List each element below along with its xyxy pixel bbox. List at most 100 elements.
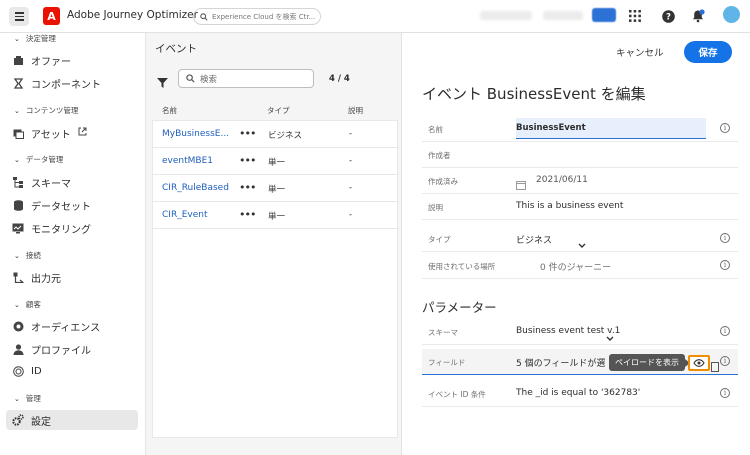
search-placeholder: Experience Cloud を検索 Ctr... — [212, 12, 316, 21]
field-label: 作成者 — [428, 151, 451, 160]
sidebar-item-sources[interactable]: 出力元 — [12, 267, 61, 287]
more-actions-icon[interactable]: ••• — [239, 154, 256, 167]
event-table: MyBusinessE... ••• ビジネス - eventMBE1 ••• … — [152, 120, 399, 438]
more-actions-icon[interactable]: ••• — [239, 181, 256, 194]
more-actions-icon[interactable]: ••• — [239, 127, 256, 140]
chevron-down-icon: ⌄ — [14, 394, 20, 403]
type-dropdown[interactable]: ビジネス — [516, 233, 552, 246]
event-type: 単一 — [268, 185, 286, 195]
result-count: 4 / 4 — [329, 74, 350, 84]
event-type: 単一 — [268, 158, 286, 168]
table-row[interactable]: CIR_RuleBased ••• 単一 - — [153, 175, 399, 202]
parameters-heading: パラメーター — [422, 300, 497, 315]
sidebar-item-audiences[interactable]: オーディエンス — [12, 316, 100, 336]
sidebar-item-schemas[interactable]: スキーマ — [12, 172, 71, 192]
gear-icon — [12, 414, 24, 426]
chevron-down-icon: ⌄ — [14, 106, 20, 115]
field-label: イベント ID 条件 — [428, 390, 486, 399]
section-content[interactable]: ⌄ コンテンツ管理 — [14, 105, 78, 116]
edit-icon[interactable] — [711, 357, 719, 376]
chevron-down-icon[interactable] — [606, 327, 614, 346]
svg-text:?: ? — [666, 12, 671, 22]
sandbox-switcher[interactable] — [543, 11, 583, 20]
search-icon — [200, 12, 208, 21]
edit-event-panel: キャンセル 保存 イベント BusinessEvent を編集 名前 Busin… — [402, 33, 750, 455]
schema-dropdown[interactable]: Business event test v.1 — [516, 326, 620, 336]
field-row-author: 作成者 — [422, 142, 738, 168]
info-icon[interactable]: i — [720, 233, 730, 243]
help-icon[interactable]: ? — [661, 9, 675, 23]
apps-grid-icon[interactable] — [628, 9, 642, 23]
event-id-condition[interactable]: The _id is equal to '362783' — [516, 388, 640, 398]
field-label: 使用されている場所 — [428, 262, 496, 271]
fields-value[interactable]: 5 個のフィールドが選 — [516, 356, 612, 369]
cancel-button[interactable]: キャンセル — [616, 45, 664, 59]
fingerprint-icon — [12, 365, 24, 377]
sidebar-item-components[interactable]: コンポーネント — [12, 73, 101, 93]
field-row-created: 作成済み 2021/06/11 — [422, 168, 738, 194]
global-search-input[interactable]: Experience Cloud を検索 Ctr... — [193, 8, 321, 25]
journey-count[interactable]: 0 件のジャーニー — [540, 260, 611, 273]
event-name-link[interactable]: CIR_Event — [162, 210, 232, 220]
left-nav: ⌄ 決定管理 オファー コンポーネント ⌄ コンテンツ管理 アセット ⌄ データ管理 … — [0, 33, 146, 455]
sidebar-item-settings[interactable]: 設定 — [6, 410, 138, 430]
info-icon[interactable]: i — [720, 356, 730, 366]
field-row-event-id: イベント ID 条件 The _id is equal to '362783' … — [422, 381, 738, 407]
notification-bell-icon[interactable] — [691, 9, 705, 23]
search-icon — [186, 74, 195, 83]
sidebar-item-profiles[interactable]: プロファイル — [12, 339, 91, 359]
eye-icon — [693, 359, 705, 367]
table-row[interactable]: MyBusinessE... ••• ビジネス - — [153, 121, 399, 148]
sidebar-item-offers[interactable]: オファー — [12, 50, 71, 70]
event-description: - — [349, 183, 353, 193]
view-payload-button[interactable] — [688, 355, 710, 371]
info-icon[interactable]: i — [720, 326, 730, 336]
sidebar-item-identities[interactable]: ID — [12, 361, 42, 381]
event-description: - — [349, 129, 353, 139]
app-title: Adobe Journey Optimizer — [67, 9, 198, 21]
event-type: 単一 — [268, 212, 286, 222]
event-name-link[interactable]: CIR_RuleBased — [162, 183, 232, 193]
field-label: フィールド — [428, 358, 466, 367]
chevron-down-icon: ⌄ — [14, 34, 20, 43]
event-name-link[interactable]: eventMBE1 — [162, 156, 232, 166]
column-header-description[interactable]: 説明 — [348, 105, 363, 116]
field-row-type: タイプ ビジネス i — [422, 226, 738, 252]
field-label: 名前 — [428, 125, 443, 134]
field-row-description: 説明 This is a business event — [422, 194, 738, 220]
chevron-down-icon: ⌄ — [14, 300, 20, 309]
section-customer[interactable]: ⌄ 顧客 — [14, 299, 41, 310]
field-row-name: 名前 BusinessEvent i — [422, 116, 738, 142]
info-icon[interactable]: i — [720, 260, 730, 270]
section-data-management[interactable]: ⌄ データ管理 — [14, 154, 63, 165]
assets-icon — [12, 127, 24, 139]
org-switcher[interactable] — [480, 11, 532, 20]
calendar-icon — [516, 175, 526, 194]
name-value: BusinessEvent — [516, 123, 586, 133]
event-type: ビジネス — [268, 131, 303, 141]
list-search-input[interactable]: 検索 — [178, 69, 314, 88]
sidebar-item-datasets[interactable]: データセット — [12, 195, 91, 215]
sidebar-item-assets[interactable]: アセット — [12, 123, 87, 143]
section-connections[interactable]: ⌄ 接続 — [14, 250, 41, 261]
column-header-type[interactable]: タイプ — [267, 105, 290, 116]
sidebar-item-monitoring[interactable]: モニタリング — [12, 218, 91, 238]
section-decisioning[interactable]: ⌄ 決定管理 — [14, 33, 56, 44]
field-label: 説明 — [428, 203, 443, 212]
sandbox-badge[interactable] — [592, 8, 616, 22]
event-name-link[interactable]: MyBusinessE... — [162, 129, 232, 139]
save-button[interactable]: 保存 — [684, 41, 732, 63]
table-row[interactable]: eventMBE1 ••• 単一 - — [153, 148, 399, 175]
column-header-name[interactable]: 名前 — [162, 105, 177, 116]
menu-icon[interactable] — [9, 7, 29, 26]
description-value[interactable]: This is a business event — [516, 201, 623, 211]
event-list-panel: イベント 検索 4 / 4 名前 タイプ 説明 MyBusinessE... •… — [146, 33, 402, 455]
avatar[interactable] — [723, 6, 740, 23]
more-actions-icon[interactable]: ••• — [239, 208, 256, 221]
chevron-down-icon[interactable] — [578, 234, 586, 253]
table-row[interactable]: CIR_Event ••• 単一 - — [153, 202, 399, 229]
info-icon[interactable]: i — [720, 123, 730, 133]
info-icon[interactable]: i — [720, 388, 730, 398]
filter-icon[interactable] — [157, 73, 168, 92]
section-administration[interactable]: ⌄ 管理 — [14, 393, 41, 404]
